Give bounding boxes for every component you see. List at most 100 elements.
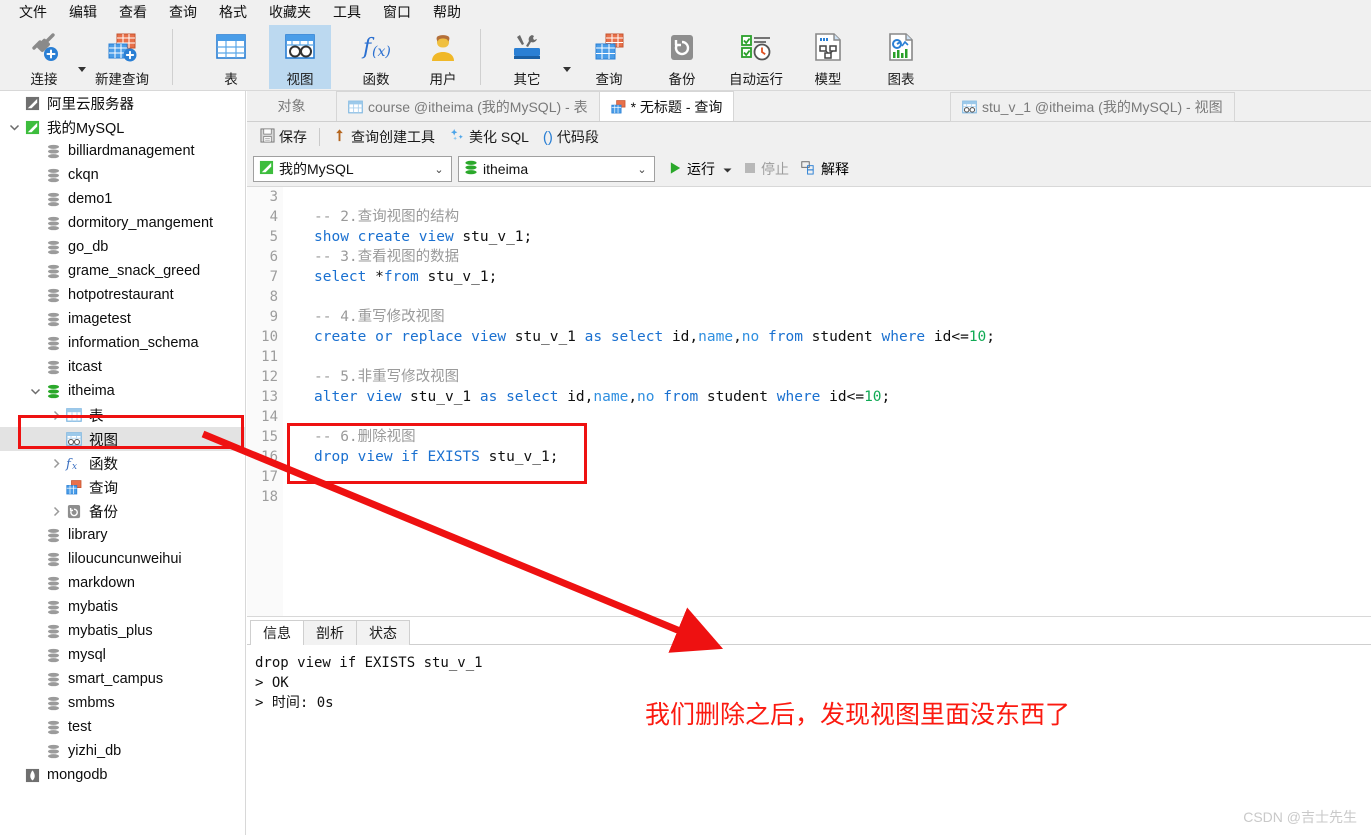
code-line[interactable] (283, 347, 1371, 367)
code-line[interactable] (283, 487, 1371, 507)
tree-node-billiardmanagement[interactable]: billiardmanagement (0, 139, 245, 163)
menu-item-file[interactable]: 文件 (8, 0, 58, 24)
database-select[interactable]: itheima ⌄ (458, 156, 655, 182)
database-icon (43, 552, 63, 567)
tab-untitled-query[interactable]: * 无标题 - 查询 (598, 91, 735, 121)
chevron-down-icon-database-select[interactable]: ⌄ (632, 163, 652, 176)
chevron-right-icon[interactable] (48, 410, 64, 421)
tree-node-grame_snack_greed[interactable]: grame_snack_greed (0, 259, 245, 283)
code-line[interactable] (283, 287, 1371, 307)
database-tree[interactable]: 阿里云服务器 我的MySQL billiardmanagement ckqn demo1… (0, 91, 245, 787)
tree-node-mybatis[interactable]: mybatis (0, 595, 245, 619)
editor-code-area[interactable]: -- 2.查询视图的结构 show create view stu_v_1; -- … (283, 187, 1371, 507)
ribbon-button-chart[interactable]: 图表 (870, 25, 932, 89)
chevron-down-icon-connection[interactable] (78, 67, 86, 72)
ribbon-button-model[interactable]: 模型 (797, 25, 859, 89)
menu-item-tools[interactable]: 工具 (322, 0, 372, 24)
tree-node-dormitory_mangement[interactable]: dormitory_mangement (0, 211, 245, 235)
code-line[interactable]: drop view if EXISTS stu_v_1; (283, 447, 1371, 467)
menu-item-format[interactable]: 格式 (208, 0, 258, 24)
line-number: 3 (269, 189, 278, 205)
code-line[interactable]: -- 5.非重写修改视图 (283, 367, 1371, 387)
tree-node-test[interactable]: test (0, 715, 245, 739)
chevron-down-icon-connection-select[interactable]: ⌄ (429, 163, 449, 176)
chevron-down-icon[interactable] (6, 122, 22, 133)
tree-node-ckqn[interactable]: ckqn (0, 163, 245, 187)
tab-objects[interactable]: 对象 (247, 91, 337, 121)
code-line[interactable]: alter view stu_v_1 as select id,name,no … (283, 387, 1371, 407)
menu-item-view[interactable]: 查看 (108, 0, 158, 24)
tree-node-mysql[interactable]: mysql (0, 643, 245, 667)
tree-node-备份[interactable]: 备份 (0, 499, 245, 523)
code-token: EXISTS (427, 449, 480, 465)
tree-node-hotpotrestaurant[interactable]: hotpotrestaurant (0, 283, 245, 307)
ribbon-button-view[interactable]: 视图 (269, 25, 331, 89)
results-tab-profile[interactable]: 剖析 (303, 620, 357, 645)
code-line[interactable]: select *from stu_v_1; (283, 267, 1371, 287)
tree-node-函数[interactable]: f x 函数 (0, 451, 245, 475)
ribbon-button-table[interactable]: 表 (200, 25, 262, 89)
ribbon-button-other[interactable]: 其它 (496, 25, 558, 89)
chevron-right-icon[interactable] (48, 458, 64, 469)
tree-node-阿里云服务器[interactable]: 阿里云服务器 (0, 91, 245, 115)
code-snippet-button[interactable]: () 代码段 (536, 125, 606, 149)
code-line[interactable]: -- 6.删除视图 (283, 427, 1371, 447)
tree-node-mybatis_plus[interactable]: mybatis_plus (0, 619, 245, 643)
tree-node-markdown[interactable]: markdown (0, 571, 245, 595)
ribbon-button-function[interactable]: f (x) 函数 (345, 25, 407, 89)
menu-item-window[interactable]: 窗口 (372, 0, 422, 24)
menu-item-edit[interactable]: 编辑 (58, 0, 108, 24)
code-line[interactable] (283, 407, 1371, 427)
code-line[interactable]: create or replace view stu_v_1 as select… (283, 327, 1371, 347)
ribbon-button-query[interactable]: 查询 (578, 25, 640, 89)
tree-node-smart_campus[interactable]: smart_campus (0, 667, 245, 691)
tab-course-table[interactable]: course @itheima (我的MySQL) - 表 (336, 91, 600, 121)
tree-node-itheima[interactable]: itheima (0, 379, 245, 403)
tree-node-imagetest[interactable]: imagetest (0, 307, 245, 331)
ribbon-button-backup[interactable]: 备份 (651, 25, 713, 89)
tree-node-smbms[interactable]: smbms (0, 691, 245, 715)
ribbon-button-new-query[interactable]: 新建查询 (88, 25, 156, 89)
connection-select[interactable]: 我的MySQL ⌄ (253, 156, 452, 182)
database-icon (43, 624, 63, 639)
ribbon-button-user[interactable]: 用户 (412, 25, 474, 89)
tree-node-yizhi_db[interactable]: yizhi_db (0, 739, 245, 763)
menu-item-favorites[interactable]: 收藏夹 (258, 0, 322, 24)
code-line[interactable] (283, 467, 1371, 487)
ribbon-button-connection[interactable]: 连接 (13, 25, 75, 89)
connection-bar: 我的MySQL ⌄ itheima ⌄ 运行 停止 解释 (247, 152, 1371, 186)
menu-item-help[interactable]: 帮助 (422, 0, 472, 24)
tab-stu-v-1-view[interactable]: stu_v_1 @itheima (我的MySQL) - 视图 (950, 92, 1235, 122)
tree-node-demo1[interactable]: demo1 (0, 187, 245, 211)
tree-node-表[interactable]: 表 (0, 403, 245, 427)
ribbon-button-automation[interactable]: 自动运行 (718, 25, 794, 89)
results-tab-status[interactable]: 状态 (356, 620, 410, 645)
tree-node-mongodb[interactable]: mongodb (0, 763, 245, 787)
tree-node-itcast[interactable]: itcast (0, 355, 245, 379)
explain-button[interactable]: 解释 (795, 157, 855, 181)
save-button[interactable]: 保存 (253, 125, 314, 149)
sql-editor[interactable]: 3 4 5 6 7 8 9 10 11 12 13 14 15 16 17 18 -- 2.查询视图的结构 sh… (247, 186, 1371, 616)
results-tab-info[interactable]: 信息 (250, 620, 304, 645)
chevron-right-icon[interactable] (48, 506, 64, 517)
tree-node-我的MySQL[interactable]: 我的MySQL (0, 115, 245, 139)
code-line[interactable]: -- 3.查看视图的数据 (283, 247, 1371, 267)
beautify-sql-button[interactable]: 美化 SQL (442, 125, 536, 149)
query-builder-button[interactable]: 查询创建工具 (325, 125, 442, 149)
chevron-down-icon[interactable] (27, 386, 43, 397)
object-tree-sidebar[interactable]: 阿里云服务器 我的MySQL billiardmanagement ckqn demo1… (0, 91, 246, 835)
run-button[interactable]: 运行 (663, 157, 738, 181)
code-line[interactable] (283, 187, 1371, 207)
chevron-down-icon-other[interactable] (563, 67, 571, 72)
tree-node-information_schema[interactable]: information_schema (0, 331, 245, 355)
tree-node-视图[interactable]: 视图 (0, 427, 245, 451)
menu-item-query[interactable]: 查询 (158, 0, 208, 24)
tree-node-library[interactable]: library (0, 523, 245, 547)
chevron-down-icon-run[interactable] (723, 161, 732, 177)
code-line[interactable]: show create view stu_v_1; (283, 227, 1371, 247)
tree-node-liloucuncunweihui[interactable]: liloucuncunweihui (0, 547, 245, 571)
code-line[interactable]: -- 2.查询视图的结构 (283, 207, 1371, 227)
tree-node-go_db[interactable]: go_db (0, 235, 245, 259)
tree-node-查询[interactable]: 查询 (0, 475, 245, 499)
code-line[interactable]: -- 4.重写修改视图 (283, 307, 1371, 327)
